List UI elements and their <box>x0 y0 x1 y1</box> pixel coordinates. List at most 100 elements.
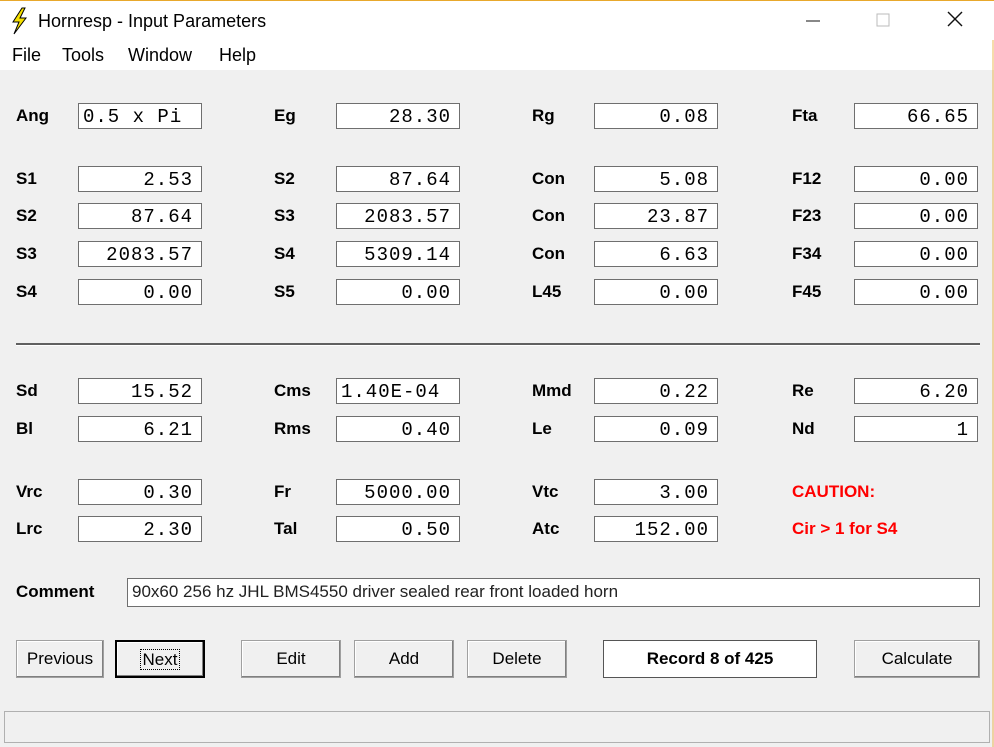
label-fr: Fr <box>274 482 291 501</box>
caution-message: Cir > 1 for S4 <box>792 519 898 538</box>
cms-field[interactable]: 1.40E-04 <box>336 378 460 404</box>
label-con1: Con <box>532 169 566 188</box>
s3-field[interactable]: 2083.57 <box>336 203 460 229</box>
next-button[interactable]: Next <box>115 640 205 678</box>
vrc-field[interactable]: 0.30 <box>78 479 202 505</box>
lightning-icon <box>12 7 27 35</box>
le-field[interactable]: 0.09 <box>594 416 718 442</box>
label-bl: Bl <box>16 419 33 438</box>
s5-field[interactable]: 0.00 <box>336 279 460 305</box>
fta-field[interactable]: 66.65 <box>854 103 978 129</box>
label-fta: Fta <box>792 106 818 125</box>
bl-field[interactable]: 6.21 <box>78 416 202 442</box>
menu-bar: File Tools Window Help <box>0 40 994 70</box>
f34-field[interactable]: 0.00 <box>854 241 978 267</box>
s4-field[interactable]: 5309.14 <box>336 241 460 267</box>
f45-field[interactable]: 0.00 <box>854 279 978 305</box>
label-s3-row3: S3 <box>16 244 37 263</box>
label-rms: Rms <box>274 419 311 438</box>
label-con3: Con <box>532 244 566 263</box>
label-mmd: Mmd <box>532 381 572 400</box>
add-button[interactable]: Add <box>354 640 454 678</box>
mmd-field[interactable]: 0.22 <box>594 378 718 404</box>
title-bar: Hornresp - Input Parameters <box>0 0 994 41</box>
label-vrc: Vrc <box>16 482 43 501</box>
label-rg: Rg <box>532 106 555 125</box>
delete-label: Delete <box>492 649 542 668</box>
s2-row2-field[interactable]: 87.64 <box>78 203 202 229</box>
s1-field[interactable]: 2.53 <box>78 166 202 192</box>
caution-title: CAUTION: <box>792 482 876 501</box>
label-f23: F23 <box>792 206 822 225</box>
calculate-button[interactable]: Calculate <box>854 640 980 678</box>
comment-field[interactable]: 90x60 256 hz JHL BMS4550 driver sealed r… <box>127 578 980 607</box>
menu-help[interactable]: Help <box>219 45 256 66</box>
s4-row4-field[interactable]: 0.00 <box>78 279 202 305</box>
con1-field[interactable]: 5.08 <box>594 166 718 192</box>
con2-field[interactable]: 23.87 <box>594 203 718 229</box>
delete-button[interactable]: Delete <box>467 640 567 678</box>
menu-file[interactable]: File <box>12 45 41 66</box>
edit-button[interactable]: Edit <box>241 640 341 678</box>
calculate-label: Calculate <box>881 649 953 668</box>
label-vtc: Vtc <box>532 482 559 501</box>
atc-field[interactable]: 152.00 <box>594 516 718 542</box>
label-atc: Atc <box>532 519 560 538</box>
label-s4-row4: S4 <box>16 282 37 301</box>
window-title: Hornresp - Input Parameters <box>38 11 267 31</box>
label-ang: Ang <box>16 106 50 125</box>
rg-field[interactable]: 0.08 <box>594 103 718 129</box>
previous-button[interactable]: Previous <box>16 640 104 678</box>
label-le: Le <box>532 419 552 438</box>
f23-field[interactable]: 0.00 <box>854 203 978 229</box>
label-sd: Sd <box>16 381 38 400</box>
re-field[interactable]: 6.20 <box>854 378 978 404</box>
record-indicator: Record 8 of 425 <box>603 640 817 678</box>
s2-field[interactable]: 87.64 <box>336 166 460 192</box>
ang-field[interactable]: 0.5 x Pi <box>78 103 202 129</box>
status-bar <box>4 711 990 743</box>
label-lrc: Lrc <box>16 519 43 538</box>
sd-field[interactable]: 15.52 <box>78 378 202 404</box>
label-tal: Tal <box>274 519 298 538</box>
previous-label: Previous <box>26 649 94 668</box>
add-label: Add <box>388 649 420 668</box>
close-icon <box>947 11 963 27</box>
menu-tools[interactable]: Tools <box>62 45 104 66</box>
eg-field[interactable]: 28.30 <box>336 103 460 129</box>
maximize-button[interactable] <box>860 1 906 41</box>
label-f34: F34 <box>792 244 822 263</box>
label-con2: Con <box>532 206 566 225</box>
label-f12: F12 <box>792 169 822 188</box>
s3-row3-field[interactable]: 2083.57 <box>78 241 202 267</box>
label-s1: S1 <box>16 169 37 188</box>
close-button[interactable] <box>932 1 978 41</box>
label-f45: F45 <box>792 282 822 301</box>
rms-field[interactable]: 0.40 <box>336 416 460 442</box>
label-re: Re <box>792 381 814 400</box>
l45-field[interactable]: 0.00 <box>594 279 718 305</box>
nd-field[interactable]: 1 <box>854 416 978 442</box>
label-cms: Cms <box>274 381 311 400</box>
label-comment: Comment <box>16 582 95 601</box>
edit-label: Edit <box>276 649 306 668</box>
label-s2: S2 <box>274 169 295 188</box>
f12-field[interactable]: 0.00 <box>854 166 978 192</box>
next-label: Next <box>139 649 181 670</box>
lrc-field[interactable]: 2.30 <box>78 516 202 542</box>
minimize-icon <box>806 20 820 22</box>
label-s4: S4 <box>274 244 295 263</box>
label-s2-row2: S2 <box>16 206 37 225</box>
menu-window[interactable]: Window <box>128 45 192 66</box>
con3-field[interactable]: 6.63 <box>594 241 718 267</box>
label-s5: S5 <box>274 282 295 301</box>
vtc-field[interactable]: 3.00 <box>594 479 718 505</box>
minimize-button[interactable] <box>790 1 836 41</box>
tal-field[interactable]: 0.50 <box>336 516 460 542</box>
label-nd: Nd <box>792 419 815 438</box>
label-s3: S3 <box>274 206 295 225</box>
separator-line <box>16 343 980 346</box>
fr-field[interactable]: 5000.00 <box>336 479 460 505</box>
label-eg: Eg <box>274 106 296 125</box>
label-l45: L45 <box>532 282 562 301</box>
